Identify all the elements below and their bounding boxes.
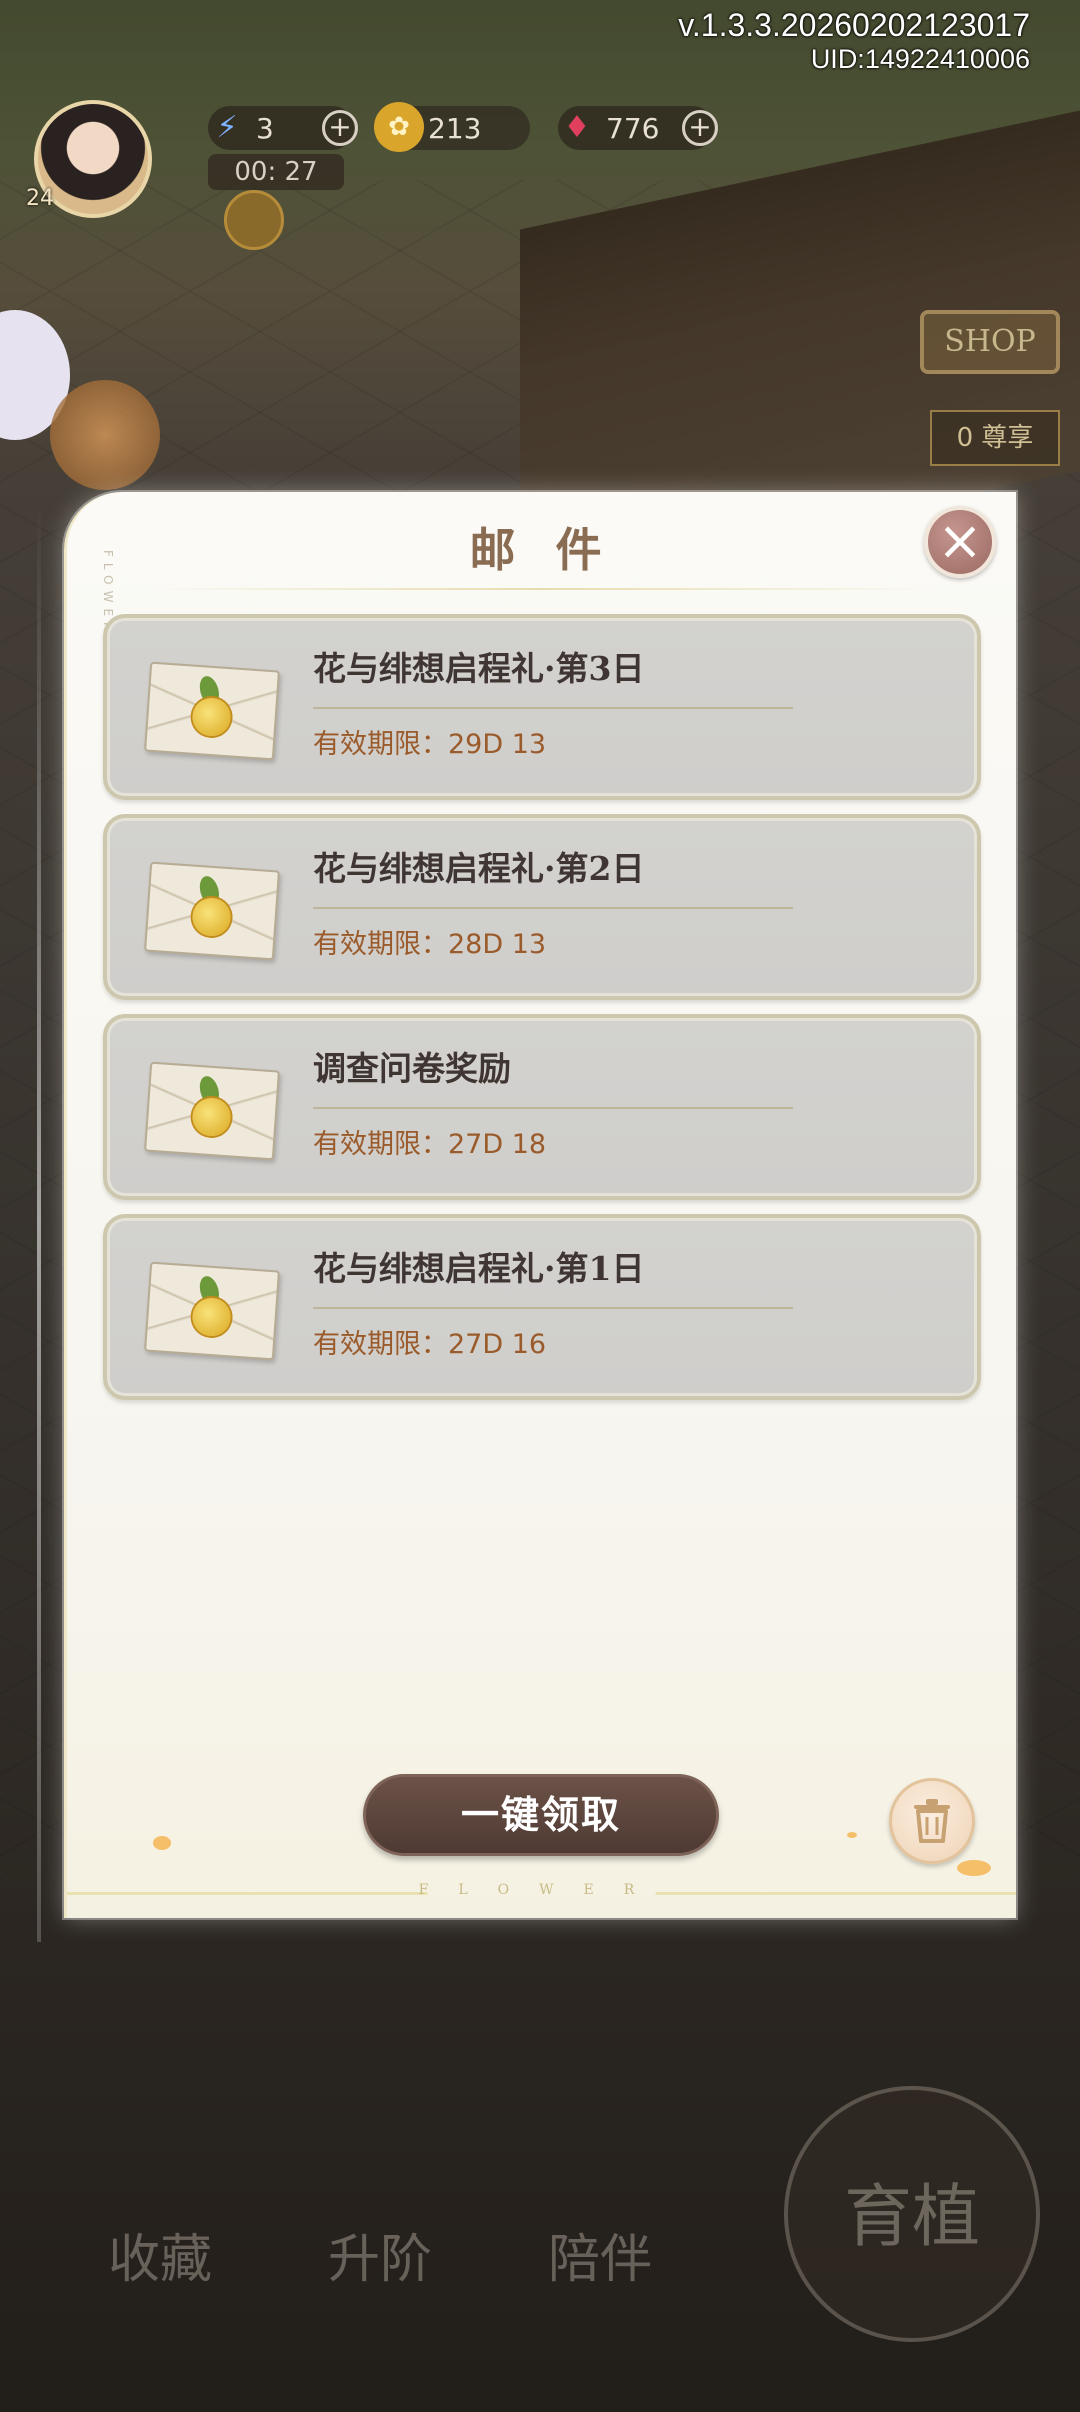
- energy-timer: 00: 27: [208, 154, 344, 190]
- lightning-icon: ⚡: [216, 109, 238, 145]
- mail-list: 花与绯想启程礼·第3日 有效期限：29D 13 花与绯想启程礼·第2日 有效期限…: [103, 614, 981, 1414]
- flower-seal-icon: [191, 896, 232, 938]
- nav-collect[interactable]: 收藏: [80, 2200, 240, 2320]
- petal-deco: [957, 1860, 991, 1876]
- mail-expiry: 有效期限：27D 18: [313, 1129, 547, 1160]
- bottom-nav: 收藏 升阶 陪伴: [40, 2200, 740, 2320]
- coin-icon: ✿: [374, 102, 424, 152]
- nav-upgrade[interactable]: 升阶: [300, 2200, 460, 2320]
- flower-seal-icon: [191, 1096, 232, 1138]
- mail-title: 调查问卷奖励: [313, 1049, 511, 1088]
- petal-deco: [153, 1836, 171, 1850]
- mail-item[interactable]: 花与绯想启程礼·第1日 有效期限：27D 16: [103, 1214, 981, 1400]
- version-info: v.1.3.3.20260202123017 UID:14922410006: [678, 6, 1030, 74]
- mail-expiry: 有效期限：29D 13: [313, 729, 547, 760]
- gem-icon: ♦: [563, 109, 591, 145]
- delete-button[interactable]: [889, 1778, 975, 1864]
- mail-divider: [313, 1307, 793, 1309]
- coin-value: 213: [428, 111, 482, 145]
- mail-title: 花与绯想启程礼·第3日: [313, 649, 645, 688]
- mail-divider: [313, 907, 793, 909]
- envelope-icon: [144, 1261, 280, 1361]
- mail-modal: FLOWER 邮 件 × 花与绯想启程礼·第3日 有效期限：29D 13 花与绯…: [37, 492, 1016, 1942]
- envelope-icon: [144, 1061, 280, 1161]
- mail-item[interactable]: 花与绯想启程礼·第2日 有效期限：28D 13: [103, 814, 981, 1000]
- gem-value: 776: [606, 111, 660, 145]
- petal-deco: [847, 1832, 857, 1838]
- mail-title: 花与绯想启程礼·第2日: [313, 849, 645, 888]
- mail-item[interactable]: 花与绯想启程礼·第3日 有效期限：29D 13: [103, 614, 981, 800]
- claim-all-button[interactable]: 一键领取: [363, 1774, 719, 1856]
- bonus-icon[interactable]: [224, 190, 284, 250]
- nav-companion[interactable]: 陪伴: [520, 2200, 680, 2320]
- energy-counter: ⚡ 3 +: [208, 106, 358, 150]
- envelope-icon: [144, 661, 280, 761]
- mail-divider: [313, 1107, 793, 1109]
- mail-expiry: 有效期限：28D 13: [313, 929, 547, 960]
- gem-counter: ♦ 776 +: [558, 106, 718, 150]
- flower-seal-icon: [191, 696, 232, 738]
- trash-icon: [914, 1799, 950, 1843]
- add-energy-button[interactable]: +: [322, 110, 358, 146]
- side-event-icon-2[interactable]: [50, 380, 160, 490]
- mail-title: 花与绯想启程礼·第1日: [313, 1249, 645, 1288]
- title-divider: [147, 588, 936, 590]
- shop-sign[interactable]: SHOP: [920, 310, 1060, 374]
- uid-text: UID:14922410006: [810, 44, 1030, 74]
- player-level: 24: [26, 186, 54, 211]
- energy-value: 3: [256, 111, 274, 145]
- add-gems-button[interactable]: +: [682, 110, 718, 146]
- envelope-icon: [144, 861, 280, 961]
- merge-button[interactable]: 育植: [784, 2086, 1040, 2342]
- flower-seal-icon: [191, 1296, 232, 1338]
- coin-counter: ✿ 213: [374, 102, 530, 152]
- close-button[interactable]: ×: [924, 506, 996, 578]
- flower-bottom-deco: FLOWER: [418, 1882, 665, 1898]
- modal-title: 邮 件: [469, 523, 614, 577]
- version-text: v.1.3.3.20260202123017: [678, 7, 1030, 43]
- shop-tag: 0 尊享: [930, 410, 1060, 466]
- mail-item[interactable]: 调查问卷奖励 有效期限：27D 18: [103, 1014, 981, 1200]
- close-icon: ×: [937, 509, 983, 572]
- mail-divider: [313, 707, 793, 709]
- mail-expiry: 有效期限：27D 16: [313, 1329, 547, 1360]
